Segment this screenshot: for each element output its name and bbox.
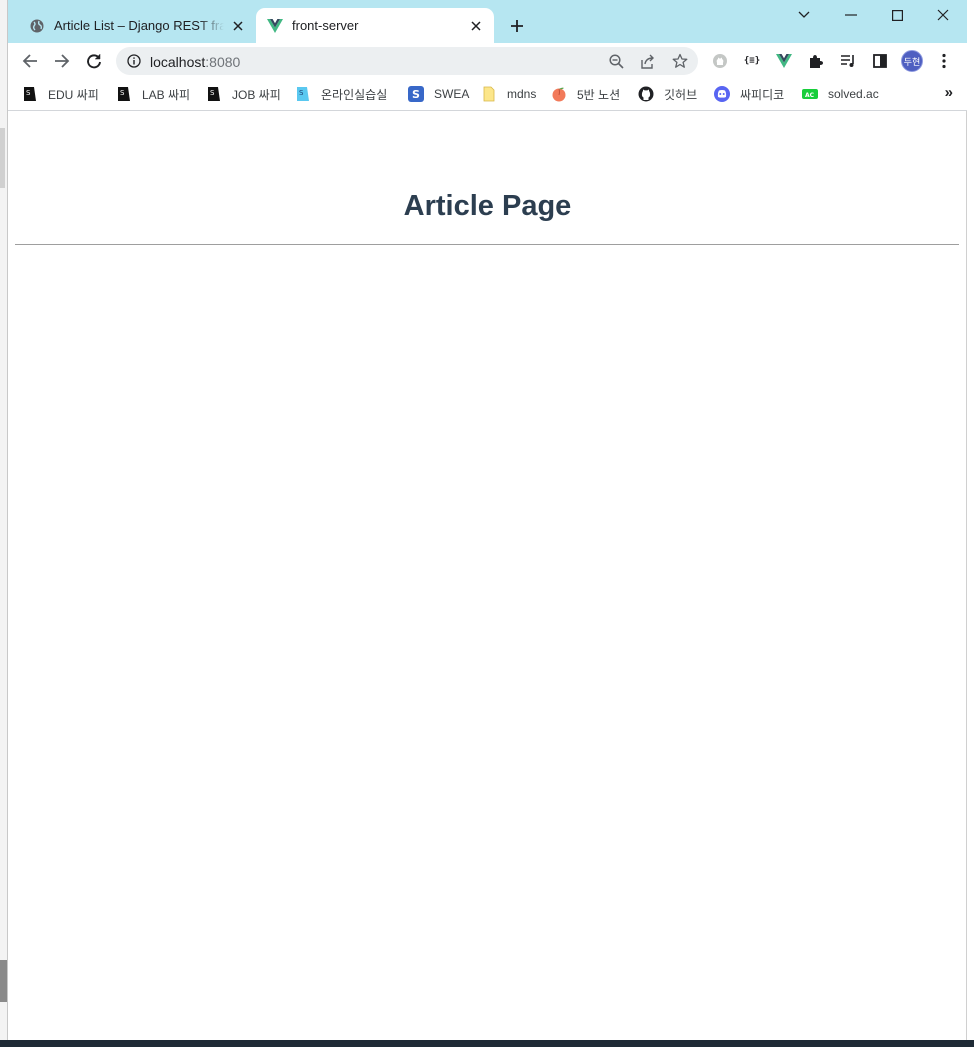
address-bar[interactable]: localhost:8080 <box>116 47 698 75</box>
extensions-puzzle-icon[interactable] <box>807 52 825 70</box>
bookmark-label: 5반 노션 <box>577 87 621 102</box>
forward-arrow-icon[interactable] <box>52 51 72 71</box>
bookmark-label: 깃허브 <box>664 87 698 102</box>
profile-avatar[interactable]: 두현 <box>901 50 923 72</box>
bookmarks-bar: S EDU 싸피 S LAB 싸피 S JOB 싸피 S 온라인실습실 S SW… <box>8 79 967 111</box>
tab-front-server[interactable]: front-server <box>256 8 494 43</box>
json-viewer-extension-icon[interactable]: {≡} <box>743 52 761 70</box>
peach-icon <box>551 86 567 102</box>
svg-text:S: S <box>412 88 420 101</box>
svg-text:S: S <box>210 89 215 97</box>
vue-devtools-extension-icon[interactable] <box>775 52 793 70</box>
bookmark-solved-ac[interactable]: AC solved.ac <box>802 85 879 103</box>
bookmark-discord[interactable]: 싸피디코 <box>714 85 784 103</box>
close-tab-icon[interactable] <box>230 18 246 34</box>
desktop-right-edge <box>967 0 974 1047</box>
bookmark-label: SWEA <box>434 87 470 101</box>
taskbar <box>0 1040 974 1047</box>
zoom-icon[interactable] <box>608 53 624 69</box>
bookmark-label: 싸피디코 <box>740 87 785 102</box>
bookmark-swea[interactable]: S SWEA <box>408 85 469 103</box>
back-arrow-icon[interactable] <box>20 51 40 71</box>
maximize-icon[interactable] <box>887 5 907 25</box>
tab-title: Article List – Django REST frame <box>54 18 224 33</box>
site-info-icon[interactable] <box>126 53 142 69</box>
github-extension-icon[interactable] <box>711 52 729 70</box>
side-panel-icon[interactable] <box>871 52 889 70</box>
horizontal-rule <box>15 244 959 245</box>
discord-icon <box>714 86 730 102</box>
folder-icon <box>481 86 497 102</box>
ssafy-bookmark-icon: S <box>206 86 222 102</box>
tab-strip: Article List – Django REST frame front-s… <box>8 0 967 43</box>
vue-logo-icon <box>267 18 283 34</box>
media-control-icon[interactable] <box>839 52 857 70</box>
ssafy-online-icon: S <box>295 86 311 102</box>
bookmark-label: mdns <box>507 87 537 101</box>
solvedac-icon: AC <box>802 86 818 102</box>
bookmark-github[interactable]: 깃허브 <box>638 85 697 103</box>
reload-icon[interactable] <box>84 51 104 71</box>
more-bookmarks-chevron-icon[interactable]: » <box>945 84 953 101</box>
background-window-edge <box>0 960 7 1002</box>
tab-article-list[interactable]: Article List – Django REST frame <box>18 8 256 43</box>
svg-text:S: S <box>26 89 31 97</box>
close-window-icon[interactable] <box>933 5 953 25</box>
ssafy-bookmark-icon: S <box>22 86 38 102</box>
svg-text:S: S <box>120 89 125 97</box>
new-tab-button[interactable] <box>508 17 526 35</box>
close-tab-icon[interactable] <box>468 18 484 34</box>
more-menu-icon[interactable] <box>935 52 953 70</box>
bookmark-lab-ssafy[interactable]: S LAB 싸피 <box>116 85 190 103</box>
tab-search-chevron-icon[interactable] <box>794 5 814 25</box>
bookmark-online-lab[interactable]: S 온라인실습실 <box>295 85 387 103</box>
bookmark-star-icon[interactable] <box>672 53 688 69</box>
profile-initials: 두현 <box>903 56 921 67</box>
svg-text:AC: AC <box>805 92 815 99</box>
svg-text:S: S <box>299 89 304 97</box>
url-host: localhost <box>150 54 206 70</box>
minimize-icon[interactable] <box>841 5 861 25</box>
bookmark-label: LAB 싸피 <box>142 87 191 102</box>
bookmark-mdns-folder[interactable]: mdns <box>481 85 536 103</box>
ssafy-bookmark-icon: S <box>116 86 132 102</box>
bookmark-label: EDU 싸피 <box>48 87 99 102</box>
bookmark-label: 온라인실습실 <box>321 87 388 102</box>
github-icon <box>638 86 654 102</box>
globe-icon <box>29 18 45 34</box>
background-window-edge <box>0 128 5 188</box>
bookmark-label: JOB 싸피 <box>232 87 281 102</box>
bookmark-edu-ssafy[interactable]: S EDU 싸피 <box>22 85 99 103</box>
bookmark-label: solved.ac <box>828 87 879 101</box>
bookmark-notion[interactable]: 5반 노션 <box>551 85 620 103</box>
browser-window: Article List – Django REST frame front-s… <box>8 0 967 1040</box>
share-icon[interactable] <box>640 53 656 69</box>
url-port: :8080 <box>205 54 241 70</box>
page-title: Article Page <box>403 190 572 222</box>
page-content: Article Page <box>8 112 967 1040</box>
tab-title: front-server <box>292 18 359 33</box>
browser-toolbar: localhost:8080 {≡} 두현 <box>8 43 967 79</box>
desktop-left-edge <box>0 0 8 1047</box>
bookmark-job-ssafy[interactable]: S JOB 싸피 <box>206 85 281 103</box>
swea-icon: S <box>408 86 424 102</box>
url-text[interactable]: localhost:8080 <box>150 54 240 70</box>
